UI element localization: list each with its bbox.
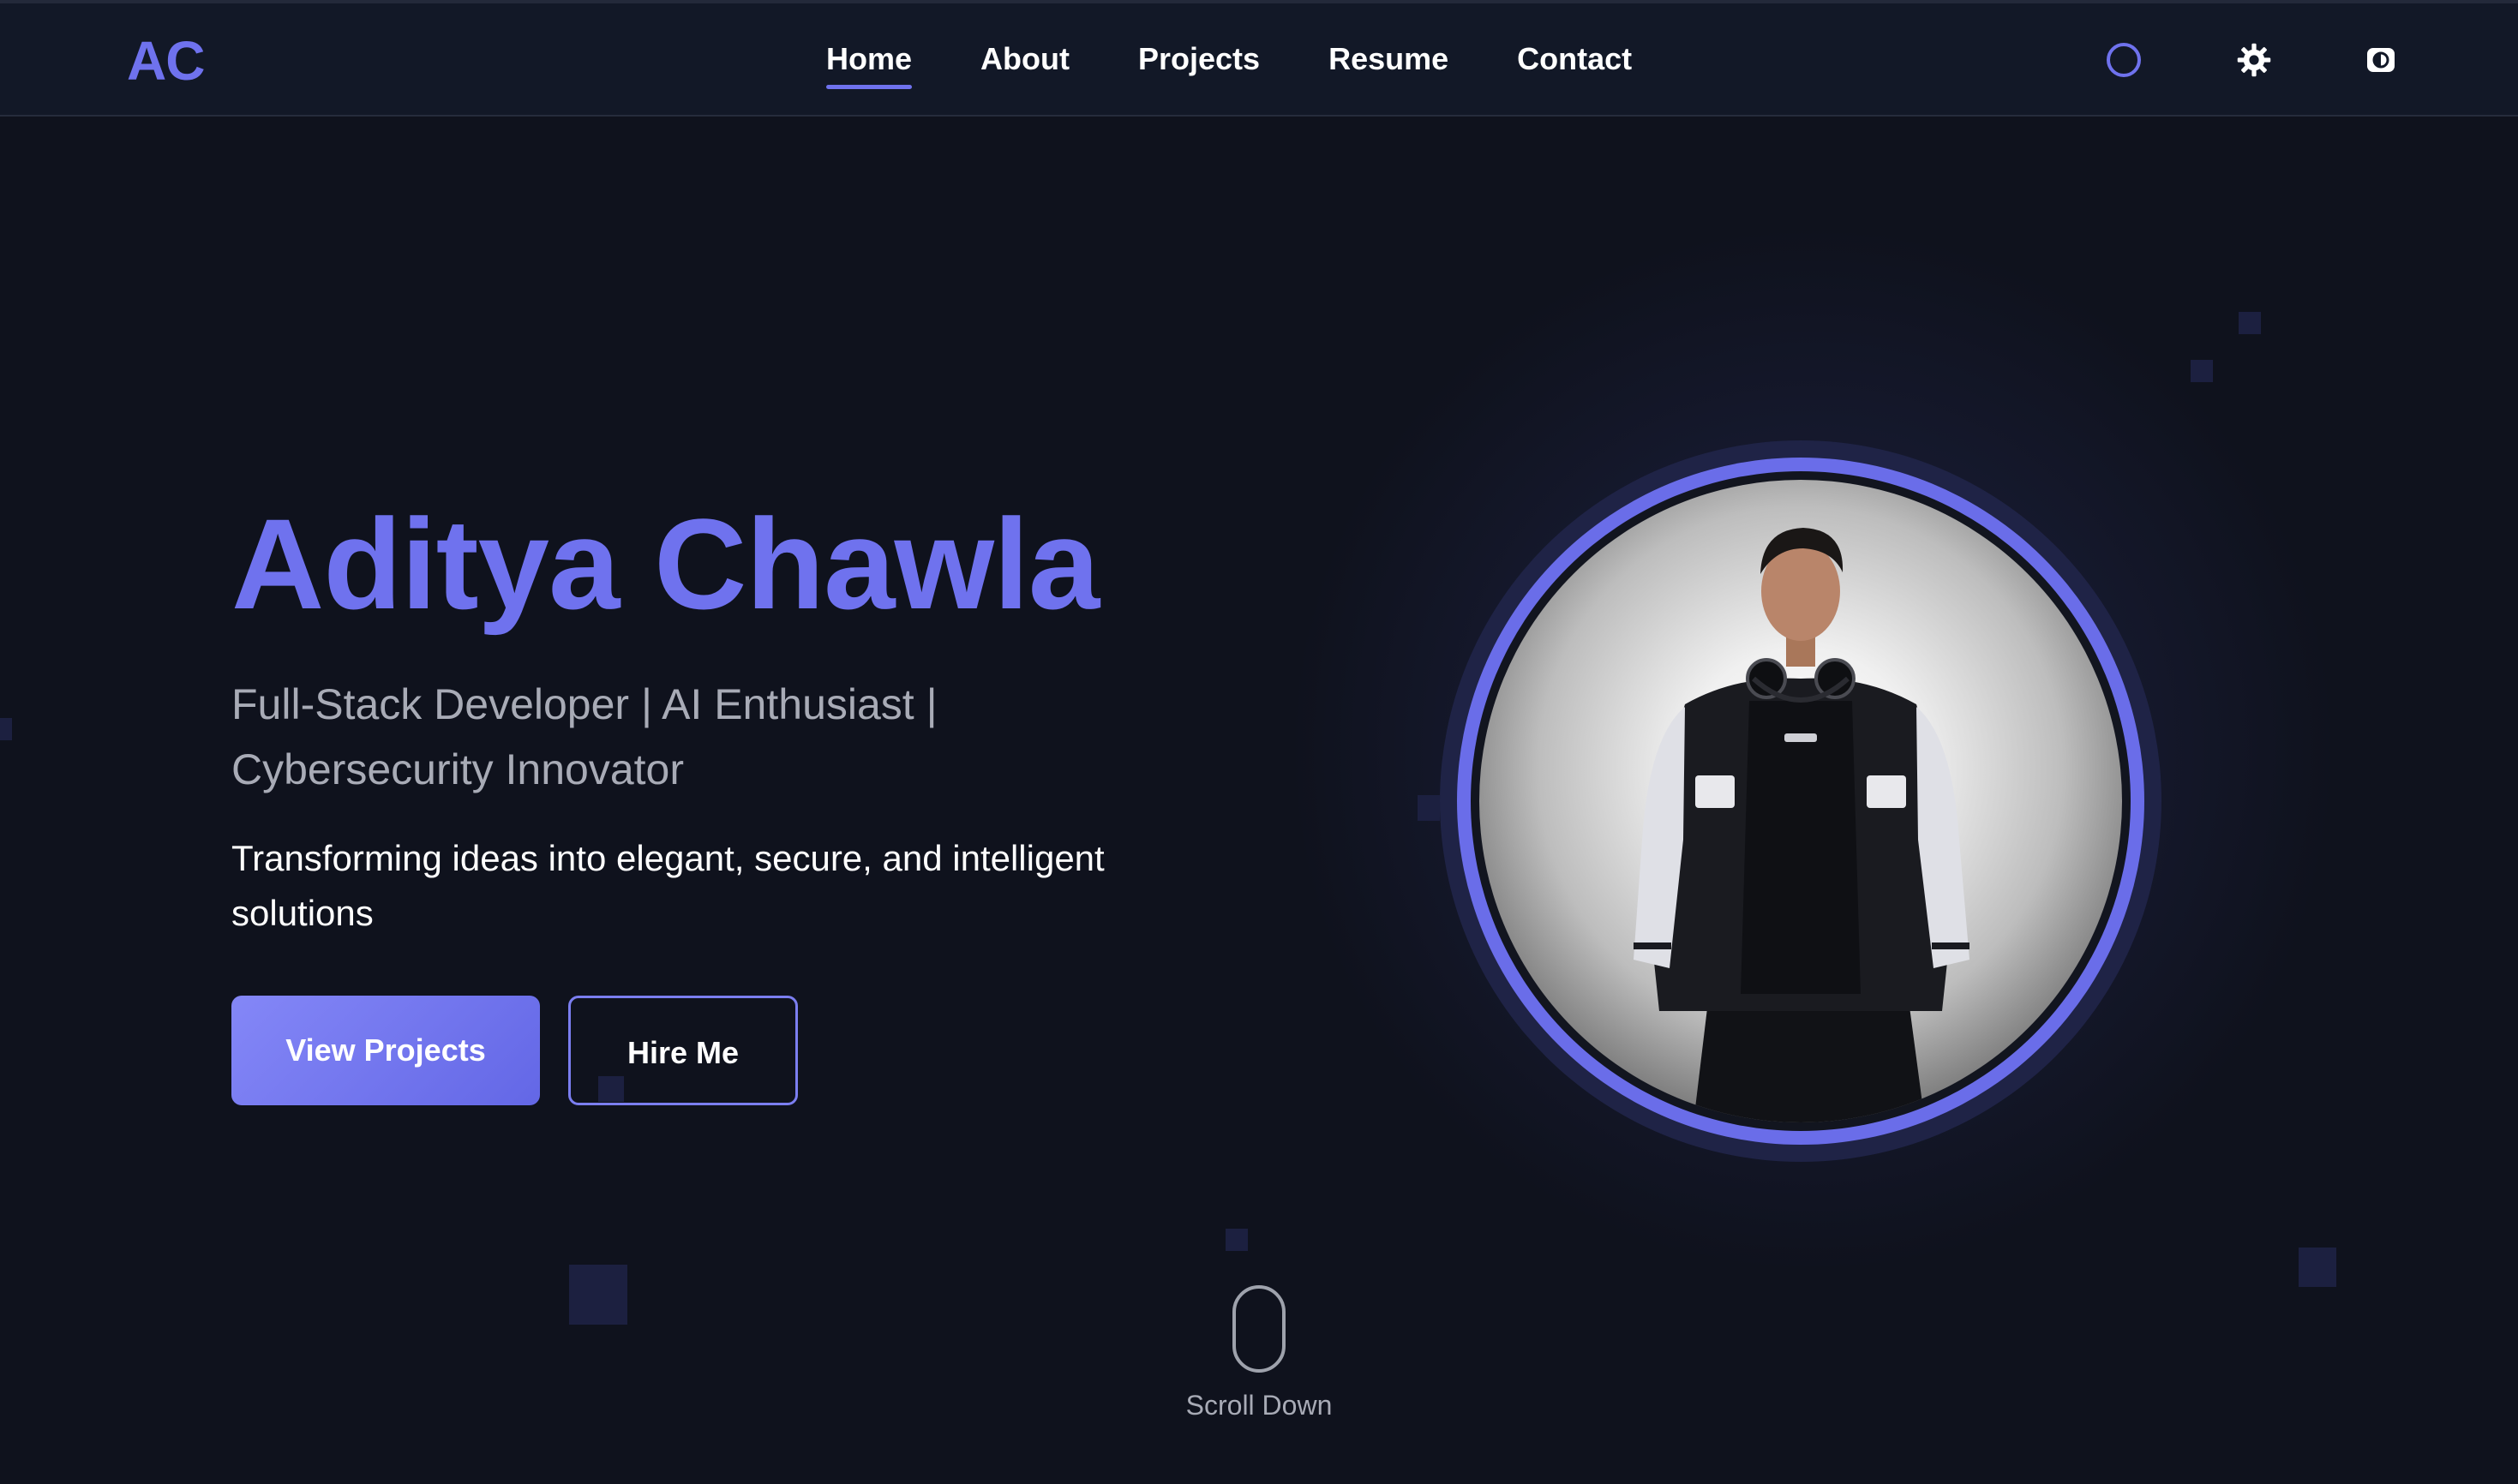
logo[interactable]: AC bbox=[127, 29, 205, 93]
nav-link-home[interactable]: Home bbox=[826, 41, 913, 89]
nav-link-projects[interactable]: Projects bbox=[1138, 41, 1260, 77]
decorative-square bbox=[569, 1265, 627, 1325]
nav-links: Home About Projects Resume Contact bbox=[826, 41, 1632, 89]
decorative-square bbox=[0, 718, 12, 740]
contrast-icon[interactable] bbox=[2362, 41, 2400, 79]
page: AC Home About Projects Resume Contact Ad… bbox=[0, 0, 2518, 1484]
decorative-square bbox=[1418, 795, 1440, 821]
ring-icon[interactable] bbox=[2105, 41, 2143, 79]
nav-link-contact[interactable]: Contact bbox=[1517, 41, 1632, 77]
hero-name: Aditya Chawla bbox=[231, 492, 1100, 636]
top-navigation: AC Home About Projects Resume Contact bbox=[0, 0, 2518, 117]
hero-tagline: Transforming ideas into elegant, secure,… bbox=[231, 838, 1105, 933]
nav-link-resume[interactable]: Resume bbox=[1328, 41, 1448, 77]
view-projects-button[interactable]: View Projects bbox=[231, 996, 540, 1105]
scroll-down-label[interactable]: Scroll Down bbox=[1173, 1390, 1345, 1421]
hero-subtitle: Full-Stack Developer | AI Enthusiast | C… bbox=[231, 680, 938, 793]
decorative-square bbox=[2299, 1248, 2336, 1287]
decorative-square bbox=[2191, 360, 2213, 382]
profile-photo bbox=[1479, 480, 2122, 1122]
scroll-mouse-icon[interactable] bbox=[1232, 1285, 1286, 1373]
hire-me-button[interactable]: Hire Me bbox=[568, 996, 798, 1105]
decorative-square bbox=[1226, 1229, 1248, 1251]
decorative-square bbox=[2239, 312, 2261, 334]
nav-link-about[interactable]: About bbox=[980, 41, 1070, 77]
gear-icon[interactable] bbox=[2235, 41, 2273, 79]
